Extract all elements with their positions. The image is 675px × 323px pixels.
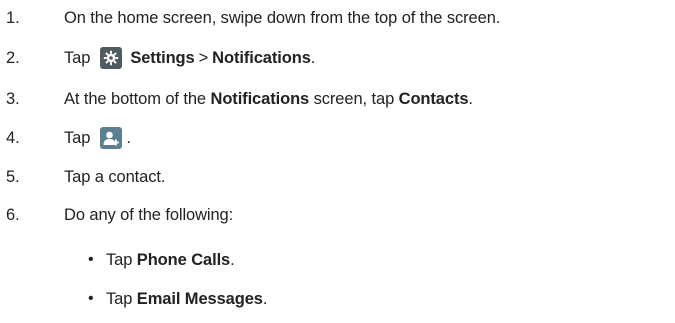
bullet-text: Tap Email Messages.: [106, 290, 267, 309]
step-suffix: .: [310, 48, 316, 67]
step-4: 4. Tap .: [0, 123, 675, 153]
notifications-label: Notifications: [212, 48, 311, 67]
bullet-suffix: .: [230, 250, 235, 269]
email-messages-label: Email Messages: [136, 289, 263, 308]
step-text: Do any of the following:: [64, 205, 234, 224]
step-number: 3.: [6, 89, 20, 108]
step-number: 1.: [6, 8, 20, 27]
step-number: 6.: [6, 205, 20, 224]
step-number: 2.: [6, 48, 20, 67]
bullet-prefix: Tap: [106, 289, 133, 308]
step-6: 6. Do any of the following:: [0, 200, 675, 230]
step-text: Tap a contact.: [64, 167, 166, 186]
step-text: At the bottom of the Notifications scree…: [64, 90, 473, 109]
bullet-icon: •: [88, 290, 94, 307]
step-prefix: Tap: [64, 128, 91, 147]
bullet-suffix: .: [262, 289, 268, 308]
step-prefix: At the bottom of the: [64, 89, 207, 108]
step-number: 5.: [6, 167, 20, 186]
phone-calls-label: Phone Calls: [136, 250, 231, 269]
list-item: • Tap Email Messages.: [0, 284, 675, 314]
bullet-prefix: Tap: [106, 250, 133, 269]
step-suffix: .: [468, 89, 473, 108]
bullet-text: Tap Phone Calls.: [106, 251, 235, 270]
notifications-label: Notifications: [210, 89, 310, 108]
step-text: Tap .: [64, 127, 131, 149]
step-2: 2. Tap Settings > Notifications .: [0, 43, 675, 73]
step-1: 1. On the home screen, swipe down from t…: [0, 3, 675, 33]
bullet-icon: •: [88, 251, 94, 268]
step-middle: screen, tap: [313, 89, 395, 108]
settings-label: Settings: [130, 48, 195, 67]
step-3: 3. At the bottom of the Notifications sc…: [0, 84, 675, 114]
add-contact-icon: [100, 127, 123, 149]
list-item: • Tap Phone Calls.: [0, 245, 675, 275]
step-suffix: .: [126, 128, 131, 147]
gear-icon: [100, 47, 123, 69]
step-number: 4.: [6, 128, 20, 147]
step-prefix: Tap: [64, 48, 91, 67]
step-text: On the home screen, swipe down from the …: [64, 8, 501, 27]
contacts-label: Contacts: [398, 89, 469, 108]
path-separator: >: [198, 48, 209, 67]
step-5: 5. Tap a contact.: [0, 162, 675, 192]
step-text: Tap Settings > Notifications .: [64, 47, 315, 69]
